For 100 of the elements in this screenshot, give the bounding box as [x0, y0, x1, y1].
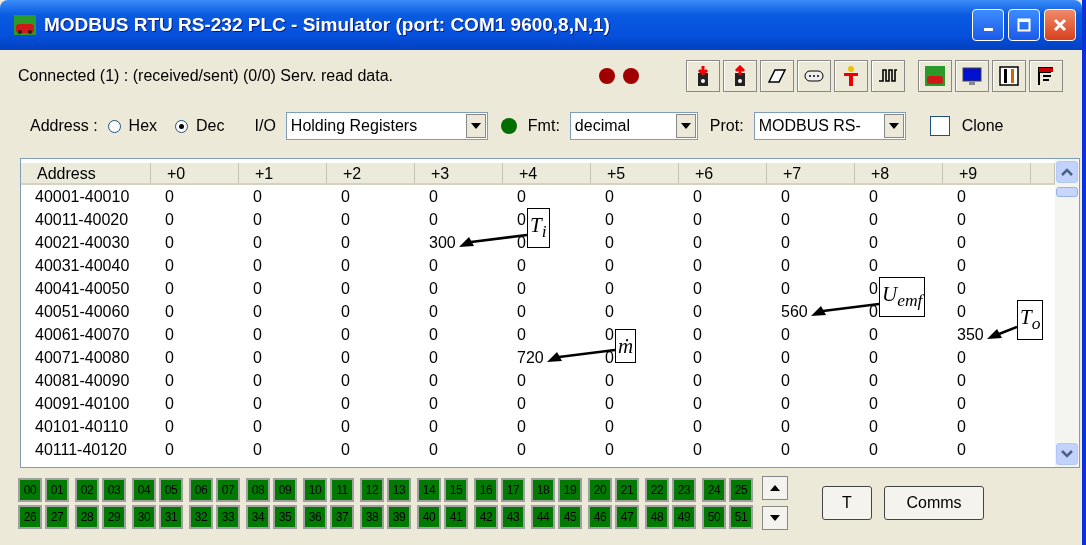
toolbar-button[interactable] — [760, 60, 794, 92]
slave-indicator[interactable]: 07 — [216, 477, 240, 502]
slave-indicator[interactable]: 50 — [702, 504, 726, 529]
slave-indicator[interactable]: 42 — [474, 504, 498, 529]
slave-indicator[interactable]: 34 — [246, 504, 270, 529]
slave-indicator[interactable]: 02 — [75, 477, 99, 502]
toolbar-button[interactable] — [797, 60, 831, 92]
slave-indicator[interactable]: 09 — [273, 477, 297, 502]
slave-indicator[interactable]: 45 — [558, 504, 582, 529]
io-dropdown[interactable]: Holding Registers — [285, 112, 488, 140]
scroll-down-button[interactable] — [762, 506, 788, 530]
slave-indicator[interactable]: 49 — [672, 504, 696, 529]
table-cell-text: 0 — [780, 257, 790, 274]
caret-icon — [888, 123, 899, 129]
toolbar-button[interactable] — [871, 60, 905, 92]
column-header[interactable]: +2 — [327, 163, 415, 185]
scroll-up-button[interactable] — [762, 476, 788, 500]
close-button[interactable] — [1044, 9, 1076, 41]
slave-indicator[interactable]: 22 — [645, 477, 669, 502]
slave-indicator[interactable]: 27 — [45, 504, 69, 529]
table-cell-text: 40021-40030 — [34, 233, 131, 253]
slave-indicator[interactable]: 28 — [75, 504, 99, 529]
column-header[interactable]: +9 — [943, 163, 1031, 185]
table-cell-text: 0 — [868, 280, 878, 297]
slave-indicator[interactable]: 47 — [615, 504, 639, 529]
column-header[interactable]: +3 — [415, 163, 503, 185]
slave-indicator[interactable]: 29 — [102, 504, 126, 529]
table-cell-text: 0 — [956, 349, 966, 366]
slave-indicator[interactable]: 37 — [330, 504, 354, 529]
toolbar-button[interactable] — [723, 60, 757, 92]
slave-indicator[interactable]: 35 — [273, 504, 297, 529]
slave-indicator[interactable]: 23 — [672, 477, 696, 502]
toolbar-button[interactable] — [686, 60, 720, 92]
column-header[interactable]: +4 — [503, 163, 591, 185]
slave-indicator[interactable]: 39 — [387, 504, 411, 529]
led-icon — [499, 117, 518, 135]
slave-indicator[interactable]: 17 — [501, 477, 525, 502]
slave-indicator[interactable]: 36 — [303, 504, 327, 529]
column-header[interactable]: +6 — [679, 163, 767, 185]
toolbar-button[interactable] — [1029, 60, 1063, 92]
slave-indicator[interactable]: 24 — [702, 477, 726, 502]
slave-indicator[interactable]: 21 — [615, 477, 639, 502]
slave-indicator[interactable]: 06 — [189, 477, 213, 502]
slave-indicator[interactable]: 03 — [102, 477, 126, 502]
toolbar-button[interactable] — [955, 60, 989, 92]
slave-indicator[interactable]: 14 — [417, 477, 441, 502]
slave-indicator[interactable]: 20 — [588, 477, 612, 502]
push-button[interactable]: T — [822, 486, 872, 520]
column-header[interactable]: +8 — [855, 163, 943, 185]
toolbar-button[interactable] — [992, 60, 1026, 92]
column-header[interactable]: +0 — [151, 163, 239, 185]
radio-button[interactable] — [175, 119, 189, 133]
slave-indicator[interactable]: 51 — [729, 504, 753, 529]
slave-indicator[interactable]: 00 — [18, 477, 42, 502]
slave-indicator[interactable]: 18 — [531, 477, 555, 502]
slave-indicator[interactable]: 33 — [216, 504, 240, 529]
maximize-button[interactable] — [1008, 9, 1040, 41]
slave-indicator[interactable]: 46 — [588, 504, 612, 529]
protocol-dropdown[interactable]: MODBUS RS- — [753, 112, 906, 140]
table-cell-text: 0 — [780, 441, 790, 458]
table-cell-text: 0 — [692, 395, 702, 412]
slave-indicator[interactable]: 01 — [45, 477, 69, 502]
slave-indicator[interactable]: 04 — [132, 477, 156, 502]
scrollbar[interactable] — [1055, 159, 1079, 467]
slave-indicator[interactable]: 05 — [159, 477, 183, 502]
column-header[interactable]: +7 — [767, 163, 855, 185]
scroll-thumb[interactable] — [1056, 187, 1078, 197]
slave-indicator[interactable]: 48 — [645, 504, 669, 529]
table-cell-text: 0 — [428, 326, 438, 343]
minimize-button[interactable] — [972, 9, 1004, 41]
slave-indicator[interactable]: 32 — [189, 504, 213, 529]
table-cell-text: 0 — [692, 349, 702, 366]
column-header[interactable]: +1 — [239, 163, 327, 185]
slave-indicator[interactable]: 10 — [303, 477, 327, 502]
format-dropdown[interactable]: decimal — [569, 112, 698, 140]
slave-indicator[interactable]: 31 — [159, 504, 183, 529]
slave-indicator[interactable]: 25 — [729, 477, 753, 502]
column-header[interactable]: +5 — [591, 163, 679, 185]
slave-indicator[interactable]: 16 — [474, 477, 498, 502]
slave-indicator[interactable]: 44 — [531, 504, 555, 529]
slave-indicator[interactable]: 38 — [360, 504, 384, 529]
clone-checkbox[interactable] — [929, 116, 950, 136]
slave-indicator[interactable]: 15 — [444, 477, 468, 502]
table-cell-text: 0 — [516, 280, 526, 297]
slave-indicator[interactable]: 08 — [246, 477, 270, 502]
table-cell-text: 0 — [868, 257, 878, 274]
slave-indicator[interactable]: 43 — [501, 504, 525, 529]
radio-button[interactable] — [107, 119, 121, 133]
column-header[interactable]: Address — [21, 163, 151, 185]
slave-indicator[interactable]: 41 — [444, 504, 468, 529]
table-cell-text: 0 — [692, 234, 702, 251]
push-button[interactable]: Comms — [884, 486, 984, 520]
slave-indicator[interactable]: 30 — [132, 504, 156, 529]
table-cell-text: 0 — [956, 257, 966, 274]
slave-indicator[interactable]: 19 — [558, 477, 582, 502]
slave-indicator[interactable]: 40 — [417, 504, 441, 529]
slave-indicator[interactable]: 12 — [360, 477, 384, 502]
slave-indicator[interactable]: 13 — [387, 477, 411, 502]
slave-indicator[interactable]: 11 — [330, 477, 354, 502]
slave-indicator[interactable]: 26 — [18, 504, 42, 529]
